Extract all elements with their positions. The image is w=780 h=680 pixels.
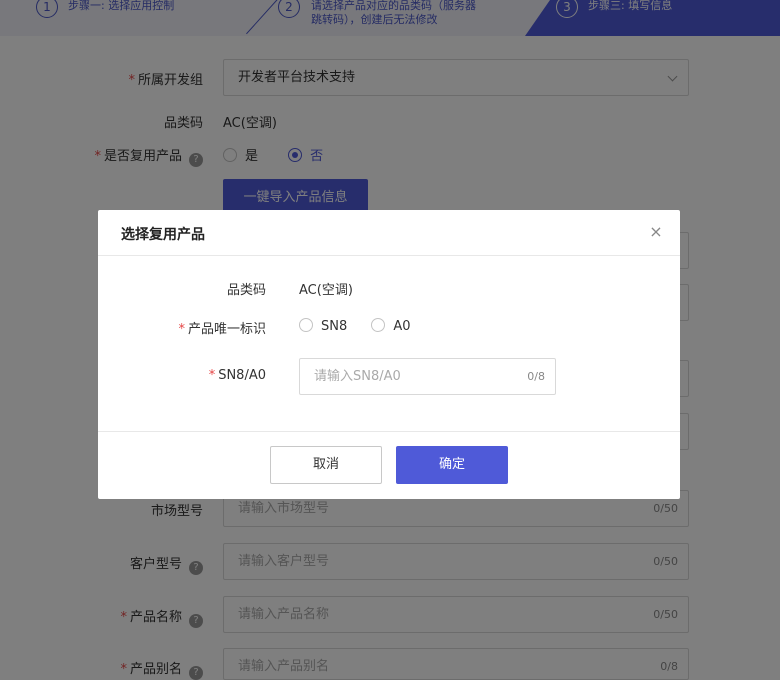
unique-id-label: * 产品唯一标识 bbox=[178, 318, 266, 337]
sn8-a0-placeholder: 请输入SN8/A0 bbox=[314, 369, 401, 384]
sn8-option-label: SN8 bbox=[321, 319, 348, 334]
sn8-a0-counter: 0/8 bbox=[527, 370, 545, 383]
required-mark: * bbox=[208, 368, 216, 383]
reuse-product-dialog: 选择复用产品 × 品类码 AC(空调) * 产品唯一标识 SN8 A0 * SN8/… bbox=[98, 210, 680, 499]
a0-option-label: A0 bbox=[393, 319, 411, 334]
dialog-footer: 取消 确定 bbox=[98, 431, 680, 499]
radio-icon bbox=[371, 318, 386, 332]
required-mark: * bbox=[178, 322, 185, 337]
dialog-title: 选择复用产品 bbox=[121, 227, 205, 243]
sn8-option[interactable]: SN8 bbox=[299, 318, 348, 334]
close-icon[interactable]: × bbox=[646, 222, 666, 242]
sn8-a0-label-text: SN8/A0 bbox=[218, 368, 266, 383]
radio-icon bbox=[299, 318, 313, 332]
dialog-header: 选择复用产品 × bbox=[98, 210, 680, 256]
sn8-a0-input[interactable]: 请输入SN8/A0 0/8 bbox=[299, 358, 556, 395]
cancel-button[interactable]: 取消 bbox=[270, 446, 382, 484]
unique-id-options: SN8 A0 bbox=[299, 318, 411, 334]
confirm-button[interactable]: 确定 bbox=[396, 446, 508, 484]
dialog-category-value: AC(空调) bbox=[299, 283, 353, 298]
dialog-category-label: 品类码 bbox=[226, 283, 266, 298]
a0-option[interactable]: A0 bbox=[371, 318, 411, 334]
sn8-a0-label: * SN8/A0 bbox=[209, 368, 266, 383]
unique-id-label-text: 产品唯一标识 bbox=[187, 322, 266, 337]
